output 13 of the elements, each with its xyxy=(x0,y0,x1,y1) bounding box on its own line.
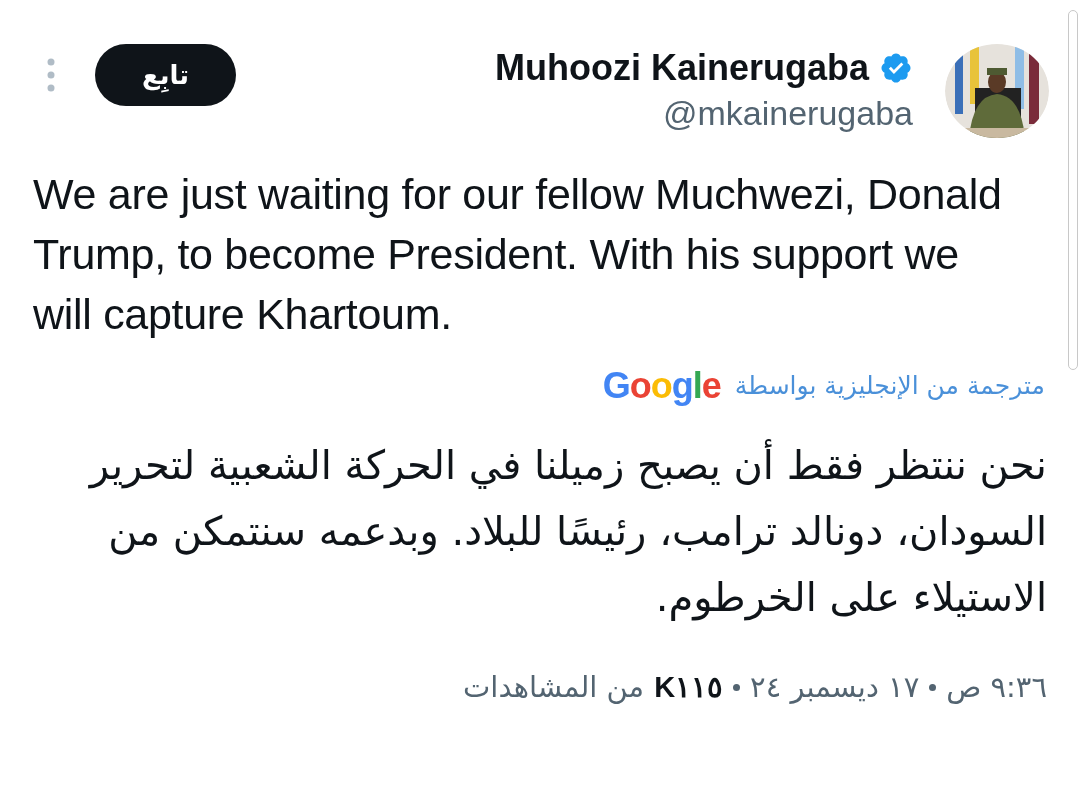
follow-button[interactable]: تابِع xyxy=(95,44,236,106)
tweet-time[interactable]: ٩:٣٦ ص xyxy=(946,666,1047,710)
translated-text: نحن ننتظر فقط أن يصبح زميلنا في الحركة الشعبية لتحرير السودان، دونالد ترامب، رئيسًا للبلاد. وبدعمه سنتمكن من الاستيلاء على الخرطوم. xyxy=(33,432,1047,630)
user-handle[interactable]: @mkainerugaba xyxy=(663,90,913,136)
more-options-icon[interactable] xyxy=(47,58,55,92)
translation-label[interactable]: مترجمة من الإنجليزية بواسطة xyxy=(734,367,1045,405)
tweet-text: We are just waiting for our fellow Muchwezi, Donald Trump, to become President. With his support we will capture Khartoum. xyxy=(33,169,1003,340)
google-logo: Google xyxy=(602,366,721,406)
views-label: من المشاهدات xyxy=(463,669,645,706)
views-count: K١١٥ xyxy=(654,670,724,705)
tweet-date[interactable]: ١٧ ديسمبر ٢٤ xyxy=(750,666,920,710)
scrollbar[interactable] xyxy=(1068,10,1078,370)
user-name[interactable]: Muhoozi Kainerugaba xyxy=(495,46,869,90)
